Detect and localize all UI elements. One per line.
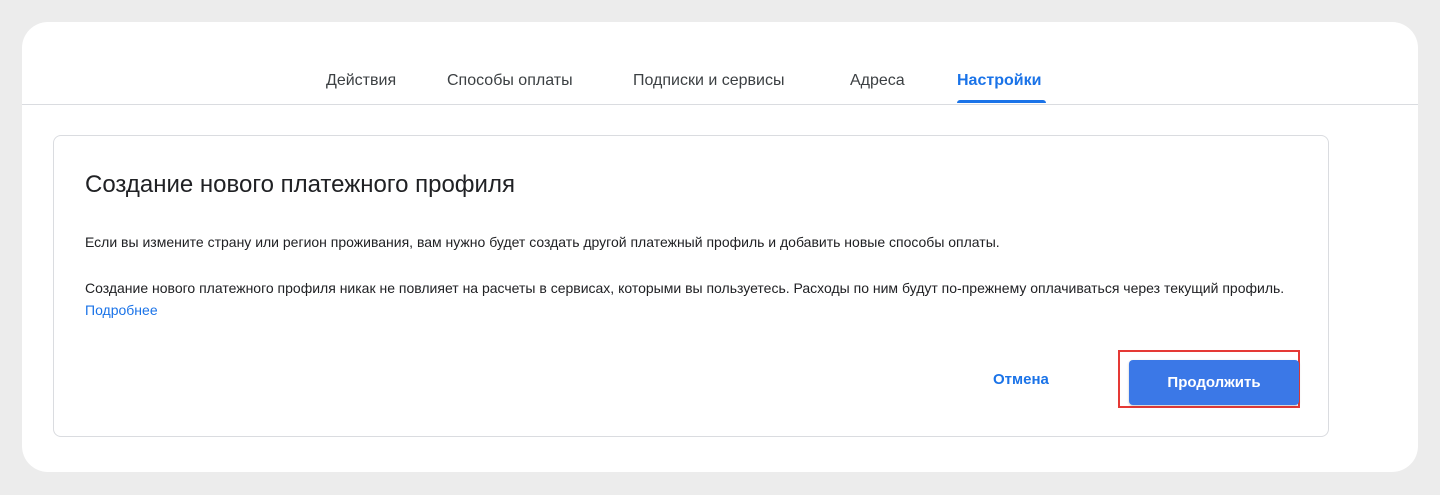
continue-button[interactable]: Продолжить xyxy=(1129,360,1299,405)
new-payment-profile-card: Создание нового платежного профиля Если … xyxy=(53,135,1329,437)
billing-text: Создание нового платежного профиля никак… xyxy=(85,280,1285,296)
tab-bar: Действия Способы оплаты Подписки и серви… xyxy=(22,22,1418,105)
tab-addresses[interactable]: Адреса xyxy=(850,72,905,90)
card-title: Создание нового платежного профиля xyxy=(85,171,515,198)
cancel-button[interactable]: Отмена xyxy=(993,371,1049,388)
active-tab-indicator xyxy=(957,100,1046,103)
page-frame: Действия Способы оплаты Подписки и серви… xyxy=(22,22,1418,472)
tab-payment-methods[interactable]: Способы оплаты xyxy=(447,72,573,90)
learn-more-link[interactable]: Подробнее xyxy=(85,302,158,318)
info-paragraph-country-change: Если вы измените страну или регион прожи… xyxy=(85,234,1000,250)
tab-subscriptions-services[interactable]: Подписки и сервисы xyxy=(633,72,784,90)
info-paragraph-billing: Создание нового платежного профиля никак… xyxy=(85,277,1285,321)
tab-settings[interactable]: Настройки xyxy=(957,72,1041,90)
tab-actions[interactable]: Действия xyxy=(326,72,396,90)
